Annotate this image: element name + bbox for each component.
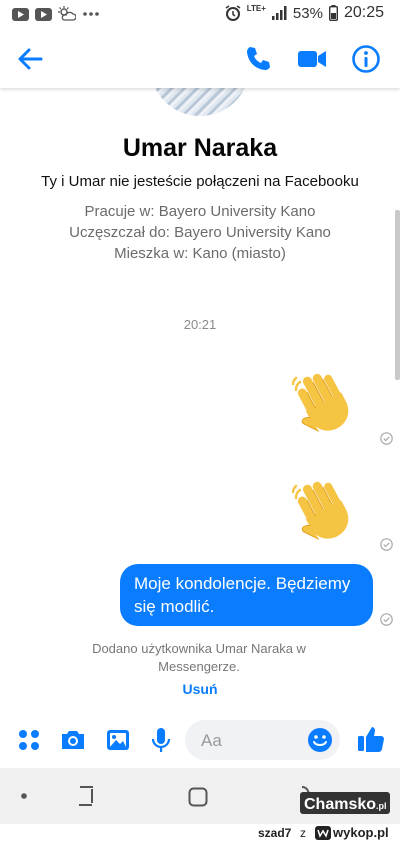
system-notice: Dodano użytkownika Umar Naraka w Messeng… [92, 641, 306, 674]
profile-work: Pracuje w: Bayero University Kano [84, 203, 316, 220]
battery-percent: 53% [292, 4, 323, 22]
emoji-icon[interactable] [307, 727, 333, 753]
wykop-logo-icon [315, 826, 331, 840]
signal-icon [271, 6, 287, 20]
nav-dot-icon[interactable] [20, 792, 28, 800]
scrollbar[interactable] [395, 210, 400, 380]
system-navigation-bar: Chamsko .pl [0, 768, 400, 824]
info-icon[interactable] [350, 43, 382, 75]
message-composer [0, 712, 400, 768]
thumbs-up-icon[interactable] [356, 724, 386, 754]
sent-message-bubble[interactable]: Moje kondolencje. Będziemy się modlić. [120, 564, 373, 626]
recent-apps-icon[interactable] [76, 785, 96, 807]
status-bar: LTE+ 53% 20:25 [0, 0, 400, 30]
seen-check-icon [380, 613, 393, 626]
watermark-logo: Chamsko .pl [298, 790, 398, 816]
footer-separator: z [300, 826, 306, 840]
footer-credit: szad7 z wykop.pl [0, 824, 400, 842]
youtube-icon [12, 7, 29, 21]
youtube-icon [35, 7, 52, 21]
waving-hand-emoji[interactable] [292, 364, 362, 434]
more-dots-icon [83, 12, 99, 16]
waving-hand-emoji[interactable] [292, 472, 362, 542]
remove-contact-link[interactable]: Usuń [150, 681, 250, 697]
phone-icon[interactable] [242, 43, 274, 75]
svg-text:Chamsko: Chamsko [304, 796, 376, 813]
home-icon[interactable] [187, 786, 209, 808]
footer-user: szad7 [258, 826, 292, 840]
microphone-icon[interactable] [147, 726, 175, 754]
conversation-header [0, 30, 400, 88]
message-timestamp: 20:21 [183, 317, 217, 332]
profile-school: Uczęszczał do: Bayero University Kano [69, 224, 331, 241]
back-arrow-icon[interactable] [14, 43, 46, 75]
seen-check-icon [380, 432, 393, 445]
network-type: LTE+ [246, 3, 266, 13]
profile-location: Mieszka w: Kano (miasto) [114, 245, 286, 262]
status-time: 20:25 [343, 4, 384, 21]
message-input[interactable] [199, 728, 303, 754]
gallery-icon[interactable] [104, 726, 132, 754]
connection-status: Ty i Umar nie jesteście połączeni na Fac… [41, 173, 359, 190]
svg-text:.pl: .pl [376, 801, 387, 811]
weather-icon [58, 6, 76, 21]
profile-summary: Umar Naraka Ty i Umar nie jesteście połą… [0, 130, 400, 264]
video-icon[interactable] [296, 43, 328, 75]
seen-check-icon [380, 538, 393, 551]
message-input-field[interactable] [185, 720, 340, 760]
alarm-icon [225, 5, 241, 21]
camera-icon[interactable] [59, 726, 87, 754]
apps-grid-icon[interactable] [15, 726, 43, 754]
profile-name: Umar Naraka [122, 134, 278, 162]
footer-site: wykop.pl [333, 825, 389, 840]
battery-icon [328, 5, 338, 21]
message-text: Moje kondolencje. Będziemy się modlić. [134, 574, 351, 616]
